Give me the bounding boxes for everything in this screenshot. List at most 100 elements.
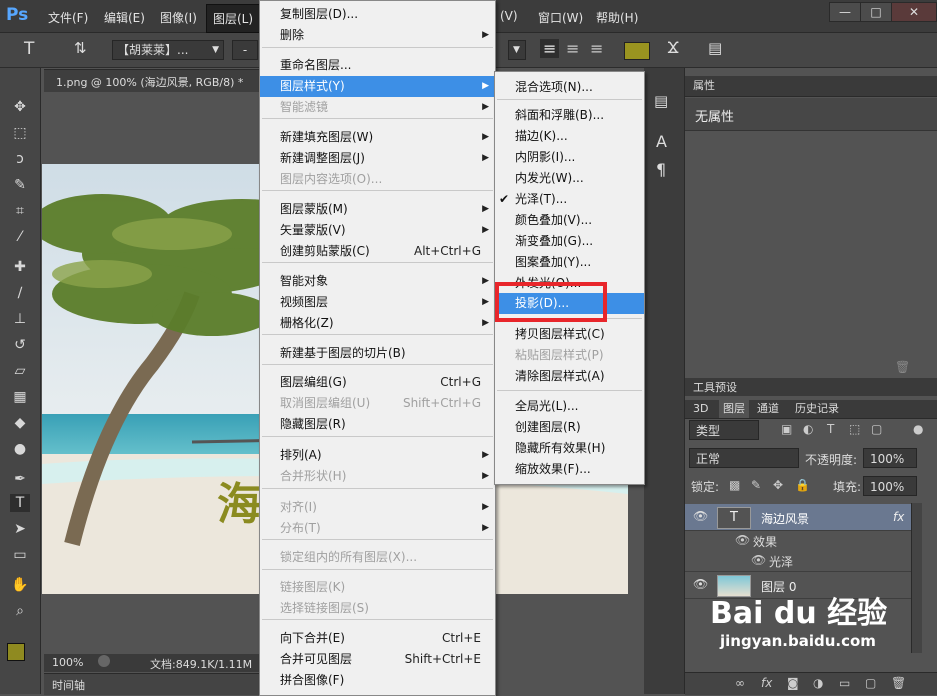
- layer-row-text[interactable]: 👁 T 海边风景 fx: [685, 504, 921, 531]
- layer-menu-item[interactable]: 隐藏图层(R): [260, 414, 495, 435]
- layer-effects-row[interactable]: 👁 效果: [685, 531, 921, 551]
- history-panel-icon[interactable]: ▤: [654, 92, 668, 110]
- gradient-tool-icon[interactable]: ▦: [10, 388, 30, 406]
- tab-3d[interactable]: 3D: [693, 400, 708, 418]
- quick-select-tool-icon[interactable]: ✎: [10, 176, 30, 194]
- style-menu-item[interactable]: 混合选项(N)...: [495, 77, 644, 98]
- layer-menu-item[interactable]: 创建剪贴蒙版(C) Alt+Ctrl+G: [260, 241, 495, 262]
- layer-menu-item[interactable]: 新建调整图层(J) ▶: [260, 148, 495, 169]
- style-menu-item[interactable]: 隐藏所有效果(H): [495, 438, 644, 459]
- filter-smart-object-icon[interactable]: ▢: [871, 422, 882, 436]
- panels-toggle-icon[interactable]: ▤: [708, 39, 722, 57]
- menu-image[interactable]: 图像(I): [160, 9, 197, 26]
- lock-position-icon[interactable]: ✥: [773, 478, 783, 492]
- clone-stamp-tool-icon[interactable]: ⊥: [10, 310, 30, 328]
- lock-all-icon[interactable]: 🔒: [795, 478, 810, 492]
- dodge-tool-icon[interactable]: ●: [10, 440, 30, 458]
- layer-menu-item[interactable]: 排列(A) ▶: [260, 445, 495, 466]
- visibility-eye-icon[interactable]: 👁: [693, 577, 708, 591]
- eyedropper-tool-icon[interactable]: ⁄: [10, 228, 30, 246]
- style-menu-item[interactable]: 创建图层(R): [495, 417, 644, 438]
- trash-icon[interactable]: 🗑: [895, 360, 910, 374]
- filter-pixel-icon[interactable]: ▣: [781, 422, 792, 436]
- lasso-tool-icon[interactable]: ↄ: [10, 150, 30, 168]
- layer-menu-item[interactable]: 新建填充图层(W) ▶: [260, 127, 495, 148]
- warp-text-icon[interactable]: Ϫ: [667, 38, 679, 57]
- tab-channels[interactable]: 通道: [757, 400, 779, 418]
- font-size-dropdown[interactable]: ▼: [508, 40, 526, 60]
- align-center-icon[interactable]: ≡: [566, 39, 579, 58]
- layer-menu-item[interactable]: 图层样式(Y) ▶: [260, 76, 495, 97]
- link-layers-icon[interactable]: ∞: [735, 676, 745, 690]
- restore-button[interactable]: □: [860, 2, 892, 22]
- satin-eye-icon[interactable]: 👁: [751, 553, 766, 567]
- style-menu-item[interactable]: ✔ 光泽(T)...: [495, 189, 644, 210]
- lock-image-icon[interactable]: ✎: [751, 478, 761, 492]
- text-orientation-icon[interactable]: ⇅: [74, 39, 87, 57]
- layer-menu-item[interactable]: 栅格化(Z) ▶: [260, 313, 495, 334]
- menu-help[interactable]: 帮助(H): [596, 9, 638, 26]
- layer-menu-item[interactable]: 拼合图像(F): [260, 670, 495, 691]
- pen-tool-icon[interactable]: ✒: [10, 470, 30, 488]
- lock-transparent-icon[interactable]: ▩: [729, 478, 740, 492]
- marquee-tool-icon[interactable]: ⬚: [10, 124, 30, 142]
- style-menu-item[interactable]: 内发光(W)...: [495, 168, 644, 189]
- history-brush-tool-icon[interactable]: ↺: [10, 336, 30, 354]
- type-tool-icon[interactable]: T: [10, 494, 30, 512]
- layer-menu-item[interactable]: 重命名图层...: [260, 55, 495, 76]
- eraser-tool-icon[interactable]: ▱: [10, 362, 30, 380]
- add-mask-icon[interactable]: ◙: [787, 676, 799, 690]
- menu-edit[interactable]: 编辑(E): [104, 9, 145, 26]
- align-right-icon[interactable]: ≡: [590, 39, 603, 58]
- path-select-tool-icon[interactable]: ➤: [10, 520, 30, 538]
- effects-eye-icon[interactable]: 👁: [735, 533, 750, 547]
- timeline-panel-tab[interactable]: 时间轴: [44, 673, 259, 695]
- adjustment-layer-icon[interactable]: ◑: [813, 676, 823, 690]
- layer-menu-item[interactable]: 视频图层 ▶: [260, 292, 495, 313]
- drop-shadow-menu-item[interactable]: 投影(D)...: [495, 293, 644, 314]
- paragraph-panel-icon[interactable]: ¶: [656, 160, 666, 179]
- zoom-tool-icon[interactable]: ⌕: [10, 602, 30, 620]
- style-menu-item[interactable]: 描边(K)...: [495, 126, 644, 147]
- align-left-icon[interactable]: ≡: [540, 39, 560, 58]
- opacity-input[interactable]: 100%: [863, 448, 917, 468]
- text-color-swatch[interactable]: [624, 42, 650, 60]
- delete-layer-icon[interactable]: 🗑: [891, 676, 906, 690]
- new-group-icon[interactable]: ▭: [839, 676, 850, 690]
- close-button[interactable]: ✕: [891, 2, 937, 22]
- filter-toggle-icon[interactable]: ●: [913, 422, 923, 436]
- foreground-color-swatch[interactable]: [7, 643, 25, 661]
- menu-view[interactable]: (V): [500, 9, 518, 23]
- style-menu-item[interactable]: 颜色叠加(V)...: [495, 210, 644, 231]
- blur-tool-icon[interactable]: ◆: [10, 414, 30, 432]
- hand-tool-icon[interactable]: ✋: [10, 576, 30, 594]
- new-layer-icon[interactable]: ▢: [865, 676, 876, 690]
- style-menu-item[interactable]: 拷贝图层样式(C): [495, 324, 644, 345]
- healing-brush-tool-icon[interactable]: ✚: [10, 258, 30, 276]
- filter-type-icon[interactable]: T: [827, 422, 834, 436]
- style-menu-item[interactable]: 外发光(O)...: [495, 273, 644, 294]
- layer-menu-item[interactable]: 智能对象 ▶: [260, 271, 495, 292]
- visibility-eye-icon[interactable]: 👁: [693, 509, 708, 523]
- layer-menu-item[interactable]: 图层编组(G) Ctrl+G: [260, 372, 495, 393]
- blend-mode-select[interactable]: 正常: [689, 448, 799, 468]
- fx-icon[interactable]: fx: [893, 510, 904, 524]
- zoom-level[interactable]: 100%: [52, 656, 83, 669]
- move-tool-icon[interactable]: ✥: [10, 98, 30, 116]
- font-style-select[interactable]: -: [232, 40, 258, 60]
- character-panel-icon[interactable]: A: [656, 132, 667, 151]
- menu-file[interactable]: 文件(F): [48, 9, 88, 26]
- status-menu-icon[interactable]: [98, 655, 110, 667]
- layer-filter-select[interactable]: 类型: [689, 420, 759, 440]
- filter-adjustment-icon[interactable]: ◐: [803, 422, 813, 436]
- tab-history[interactable]: 历史记录: [795, 400, 839, 418]
- layer-menu-item[interactable]: 合并可见图层 Shift+Ctrl+E: [260, 649, 495, 670]
- filter-shape-icon[interactable]: ⬚: [849, 422, 860, 436]
- style-menu-item[interactable]: 内阴影(I)...: [495, 147, 644, 168]
- text-tool-icon[interactable]: T: [24, 39, 34, 59]
- menu-window[interactable]: 窗口(W): [538, 9, 583, 26]
- font-family-select[interactable]: 【胡莱莱】... ▼: [112, 40, 224, 60]
- crop-tool-icon[interactable]: ⌗: [10, 202, 30, 220]
- style-menu-item[interactable]: 清除图层样式(A): [495, 366, 644, 387]
- style-menu-item[interactable]: 斜面和浮雕(B)...: [495, 105, 644, 126]
